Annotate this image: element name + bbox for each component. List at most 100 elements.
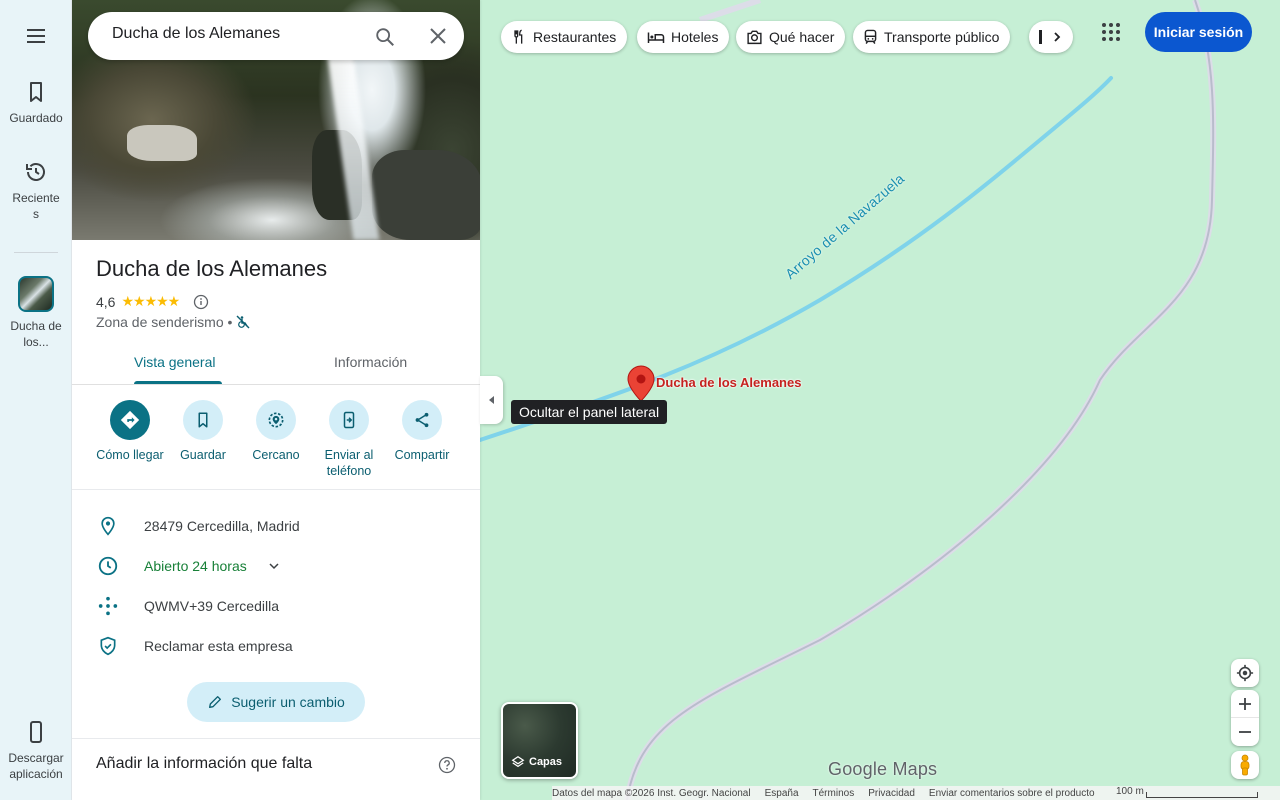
search-icon[interactable] [374, 26, 396, 48]
tab-overview[interactable]: Vista general [134, 354, 215, 370]
rail-recent[interactable]: Reciente s [0, 160, 72, 222]
scale-label[interactable]: 100 m [1116, 786, 1144, 797]
send-to-phone-label: Enviar al teléfono [324, 448, 374, 478]
hours-row[interactable]: Abierto 24 horas [72, 546, 480, 586]
nearby-icon [268, 412, 284, 428]
directions-label: Cómo llegar [96, 448, 164, 462]
caret-left-icon [488, 396, 494, 404]
place-category: Zona de senderismo • [96, 314, 233, 330]
rail-saved-label: Guardado [9, 111, 63, 125]
minus-icon [1239, 731, 1251, 733]
rail-recent-label: Reciente s [12, 191, 60, 221]
left-rail: Guardado Reciente s Ducha de los... Desc… [0, 0, 72, 800]
address-text: 28479 Cercedilla, Madrid [144, 518, 300, 534]
search-input[interactable] [112, 25, 362, 43]
tab-information[interactable]: Información [334, 354, 407, 370]
verified-shield-icon [100, 636, 116, 656]
collapse-panel-button[interactable] [480, 376, 503, 424]
plus-code-icon [98, 596, 118, 616]
zoom-in-button[interactable] [1231, 690, 1259, 718]
directions-icon [120, 410, 140, 430]
footer-feedback[interactable]: Enviar comentarios sobre el producto [929, 788, 1095, 799]
share-icon [415, 412, 429, 428]
category-row: Zona de senderismo • [96, 314, 250, 330]
footer-terms[interactable]: Términos [813, 788, 855, 799]
map-road-top [699, 0, 761, 23]
chip-restaurants[interactable]: Restaurantes [501, 21, 628, 53]
place-panel: Ducha de los Alemanes 4,6 ★★★★★ Zona de … [72, 0, 480, 800]
rating-value: 4,6 [96, 293, 116, 310]
chip-things-to-do[interactable]: Qué hacer [736, 21, 846, 53]
transit-icon [864, 29, 877, 44]
missing-info-title: Añadir la información que falta [96, 755, 313, 772]
suggest-edit-label: Sugerir un cambio [231, 694, 345, 710]
pin-label[interactable]: Ducha de los Alemanes [656, 375, 801, 390]
my-location-button[interactable] [1231, 659, 1259, 687]
bookmark-icon [30, 82, 42, 102]
nearby-button[interactable]: Cercano [236, 400, 316, 463]
save-button[interactable]: Guardar [163, 400, 243, 463]
plus-code-row[interactable]: QWMV+39 Cercedilla [72, 586, 480, 626]
nearby-label: Cercano [252, 448, 300, 462]
footer-map-data: Datos del mapa ©2026 Inst. Geogr. Nacion… [552, 787, 751, 799]
hotel-icon [647, 32, 665, 43]
menu-button[interactable] [0, 24, 72, 54]
pegman-icon [1240, 754, 1250, 776]
search-box [88, 12, 464, 60]
rail-saved[interactable]: Guardado [0, 80, 72, 126]
place-thumbnail [18, 276, 54, 312]
layers-icon [511, 755, 525, 768]
claim-text: Reclamar esta empresa [144, 638, 293, 654]
history-icon [26, 163, 45, 181]
chip-scroll-next[interactable] [1029, 21, 1073, 53]
rail-place[interactable]: Ducha de los... [0, 276, 72, 350]
apps-grid-icon[interactable] [1101, 22, 1121, 42]
info-icon[interactable] [193, 294, 209, 310]
camera-icon [747, 30, 762, 45]
share-button[interactable]: Compartir [382, 400, 462, 463]
chip-hotels[interactable]: Hoteles [637, 21, 730, 53]
location-icon [101, 516, 115, 536]
tab-indicator [134, 381, 222, 384]
layers-button[interactable]: Capas [501, 702, 578, 779]
plus-code-text: QWMV+39 Cercedilla [144, 598, 279, 614]
claim-row[interactable]: Reclamar esta empresa [72, 626, 480, 666]
rating-row: 4,6 ★★★★★ [96, 293, 209, 310]
footer-country[interactable]: España [765, 788, 799, 799]
section-divider [72, 738, 480, 739]
rail-download-app[interactable]: Descargar aplicación [0, 720, 72, 782]
send-to-phone-icon [343, 411, 355, 429]
close-icon[interactable] [428, 26, 448, 46]
footer-privacy[interactable]: Privacidad [868, 788, 915, 799]
scale-bar [1146, 792, 1258, 798]
suggest-edit-button[interactable]: Sugerir un cambio [187, 682, 365, 722]
chevron-down-icon[interactable] [267, 559, 281, 573]
save-label: Guardar [180, 448, 226, 462]
layers-label: Capas [529, 756, 563, 768]
chip-restaurants-label: Restaurantes [533, 29, 617, 45]
address-row[interactable]: 28479 Cercedilla, Madrid [72, 506, 480, 546]
send-to-phone-button[interactable]: Enviar al teléfono [309, 400, 389, 479]
google-maps-logo: Google Maps [828, 759, 938, 779]
rating-stars: ★★★★★ [121, 293, 180, 309]
zoom-out-button[interactable] [1231, 718, 1259, 746]
my-location-icon [1236, 664, 1254, 682]
restaurant-icon [514, 29, 523, 44]
pencil-icon [209, 696, 222, 708]
rail-place-label: Ducha de los... [10, 319, 62, 349]
not-accessible-icon [236, 315, 250, 329]
menu-icon [27, 29, 45, 43]
chip-transit[interactable]: Transporte público [853, 21, 1011, 53]
plus-icon [1239, 697, 1251, 710]
sign-in-button[interactable]: Iniciar sesión [1145, 12, 1252, 52]
street-view-button[interactable] [1231, 751, 1259, 779]
location-pin[interactable] [627, 365, 655, 402]
help-icon[interactable] [438, 756, 456, 774]
chip-transit-label: Transporte público [884, 29, 1000, 45]
tooltip: Ocultar el panel lateral [511, 400, 668, 424]
chevron-right-icon [1054, 32, 1061, 42]
directions-button[interactable]: Cómo llegar [90, 400, 170, 463]
hours-text: Abierto 24 horas [144, 558, 247, 574]
zoom-controls [1231, 690, 1259, 746]
rail-download-label: Descargar aplicación [8, 751, 64, 781]
